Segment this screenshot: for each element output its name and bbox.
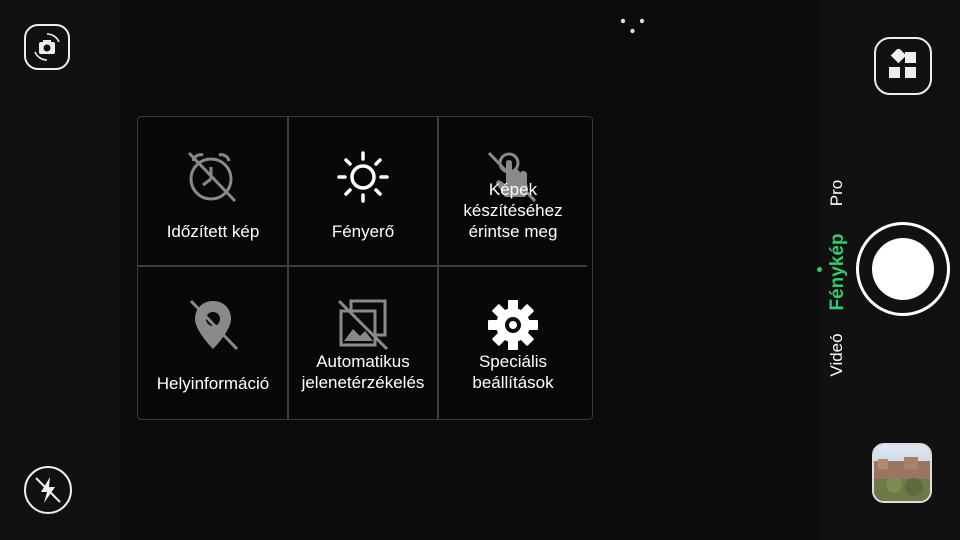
thumbnail-image [874,457,930,501]
menu-item-label: Időzített kép [166,222,260,241]
gear-icon [483,295,543,355]
left-toolbar [0,0,120,540]
location-off-icon [183,295,243,355]
focus-dots-icon [620,18,645,34]
camera-settings-menu: Időzített kép Fényerő Képek készítéséhez… [137,116,593,420]
menu-item-touch-capture[interactable]: Képek készítéséhez érintse meg [438,117,588,265]
modes-grid-icon [889,49,916,78]
menu-item-label: Helyinformáció [156,374,270,393]
mode-pro[interactable]: Pro [827,173,849,213]
shutter-button[interactable] [856,222,950,316]
menu-item-timer[interactable]: Időzített kép [138,117,288,265]
timer-off-icon [183,147,243,207]
modes-button[interactable] [874,37,932,95]
scene-detect-off-icon [333,295,393,355]
menu-item-label: Speciális beállítások [472,352,554,392]
shutter-inner [872,238,934,300]
menu-item-brightness[interactable]: Fényerő [288,117,438,265]
flash-button[interactable] [24,466,72,514]
switch-camera-icon [34,33,60,61]
menu-item-label: Fényerő [331,222,395,241]
menu-item-scene-detection[interactable]: Automatikus jelenetérzékelés [288,267,438,415]
switch-camera-button[interactable] [24,24,70,70]
brightness-icon [333,147,393,207]
menu-item-label: Automatikus jelenetérzékelés [301,352,425,392]
mode-photo[interactable]: Fénykép [827,230,851,314]
mode-video[interactable]: Videó [827,325,849,385]
flash-off-icon [35,477,61,503]
gallery-thumbnail[interactable] [872,443,932,503]
menu-item-location[interactable]: Helyinformáció [138,267,288,415]
menu-item-label: Képek készítéséhez érintse meg [463,180,563,241]
active-mode-indicator [817,267,822,272]
menu-item-advanced-settings[interactable]: Speciális beállítások [438,267,588,415]
